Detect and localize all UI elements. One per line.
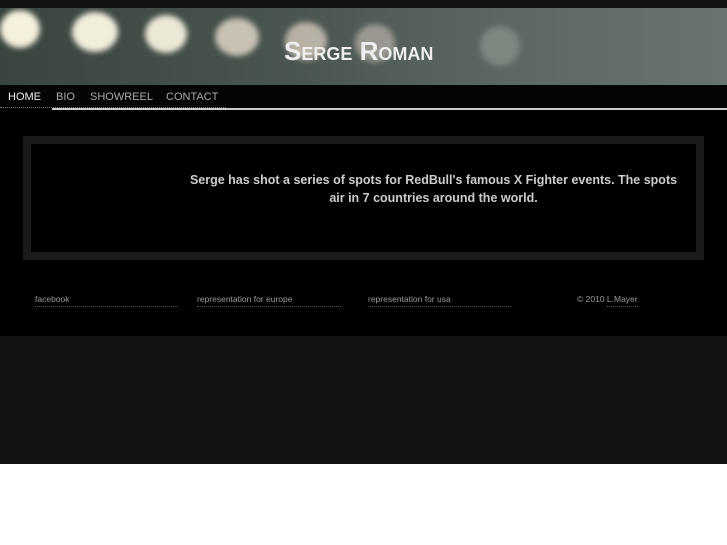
copyright-author-link[interactable]: L.Mayer [606,294,638,307]
header-banner: Serge Roman [0,8,727,85]
story-text: Serge has shot a series of spots for Red… [189,173,678,205]
site-title: Serge Roman [284,36,434,66]
copyright: © 2010 L.Mayer [577,294,638,307]
main-nav: HOME BIO SHOWREEL CONTACT [0,85,727,110]
story-frame: Serge has shot a series of spots for Red… [23,136,704,260]
footer-link-usa[interactable]: representation for usa [368,294,511,307]
footer-link-europe[interactable]: representation for europe [197,294,341,307]
content-area: Serge has shot a series of spots for Red… [0,110,727,336]
lower-band [0,336,727,464]
top-bar [0,0,727,8]
story-panel: Serge has shot a series of spots for Red… [31,144,696,252]
nav-contact[interactable]: CONTACT [166,91,218,103]
nav-bio[interactable]: BIO [56,91,75,103]
nav-showreel[interactable]: SHOWREEL [90,91,153,103]
footer-link-facebook[interactable]: facebook [35,294,178,307]
nav-home[interactable]: HOME [8,91,41,103]
copyright-prefix: © 2010 [577,294,607,304]
